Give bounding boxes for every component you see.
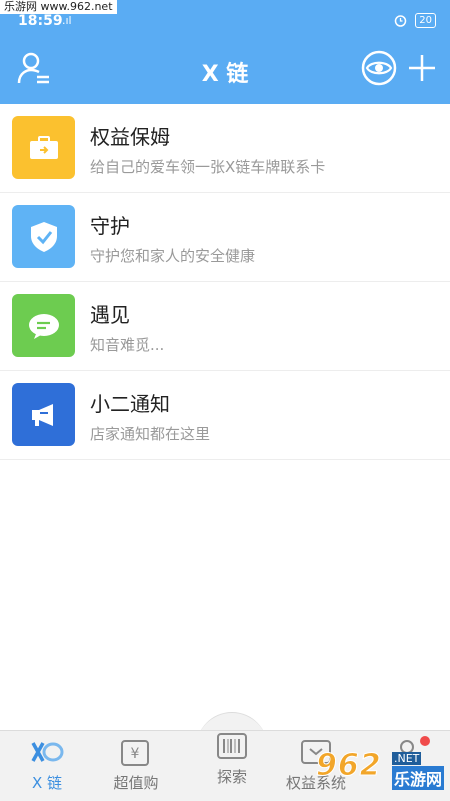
watermark-net: .NET [392,752,422,765]
watermark-logo: 962 .NET 乐游网 [316,748,446,796]
list-item-rights-nanny[interactable]: 权益保姆 给自己的爱车领一张X链车牌联系卡 [0,104,450,193]
list-item-notice[interactable]: 小二通知 店家通知都在这里 [0,371,450,460]
watermark-cn: 乐游网 [392,766,445,790]
list-item-subtitle: 店家通知都在这里 [90,425,211,443]
list-item-title: 权益保姆 [90,125,170,149]
add-icon[interactable] [406,52,438,84]
notification-badge [420,736,430,746]
alarm-icon [395,15,407,27]
tab-value-buy[interactable]: ¥ 超值购 [91,731,181,801]
app-header: X 链 [0,36,450,104]
battery-icon: 20 [415,13,436,28]
signal-icon: .ıl [62,14,72,27]
feature-list: 权益保姆 给自己的爱车领一张X链车牌联系卡 守护 守护您和家人的安全健康 遇见 … [0,104,450,460]
status-right: 20 [394,13,436,28]
status-time: 18:59 [18,13,63,29]
watermark-number: 962 [316,748,382,784]
list-item-subtitle: 知音难觅... [90,336,165,354]
chat-bubble-icon [12,294,75,357]
list-item-title: 小二通知 [90,392,170,416]
list-item-subtitle: 守护您和家人的安全健康 [90,247,256,265]
watermark-text: 乐游网 www.962.net [0,0,117,14]
list-item-title: 遇见 [90,303,130,327]
price-tag-icon: ¥ [121,740,149,766]
tab-label: 超值购 [113,774,159,792]
list-item-meet[interactable]: 遇见 知音难觅... [0,282,450,371]
eye-icon[interactable] [361,50,397,86]
tab-explore[interactable]: 探索 [187,731,277,801]
svg-text:¥: ¥ [131,746,140,762]
briefcase-icon [12,116,75,179]
x-chain-logo-icon [31,742,64,762]
list-item-subtitle: 给自己的爱车领一张X链车牌联系卡 [90,158,326,176]
tab-x-chain[interactable]: X 链 [2,731,92,801]
tab-label: 探索 [216,768,247,786]
barcode-icon [217,733,247,759]
megaphone-icon [12,383,75,446]
list-item-guard[interactable]: 守护 守护您和家人的安全健康 [0,193,450,282]
shield-icon [12,205,75,268]
list-item-title: 守护 [90,214,130,238]
tab-label: X 链 [31,774,63,792]
